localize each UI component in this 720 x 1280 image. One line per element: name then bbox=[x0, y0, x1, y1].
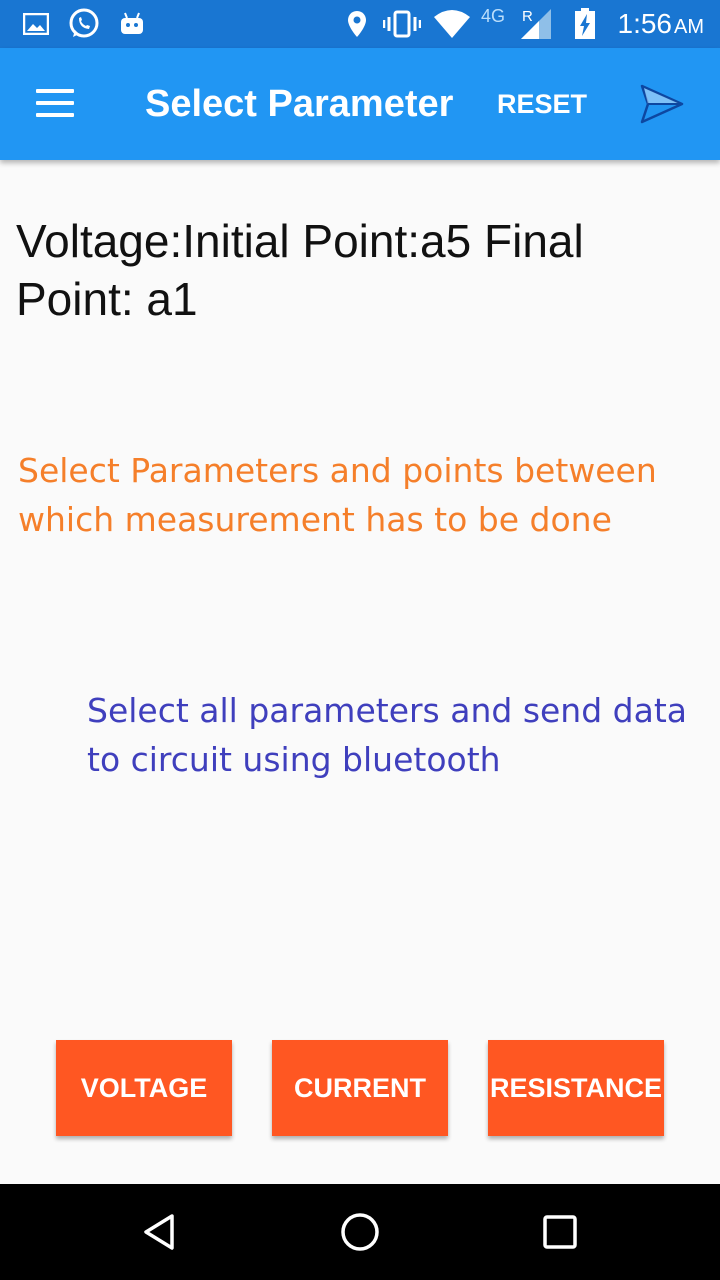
selection-summary: Voltage:Initial Point:a5 Final Point: a1 bbox=[16, 215, 584, 325]
app-bar: Select Parameter RESET bbox=[0, 48, 720, 160]
voltage-button[interactable]: VOLTAGE bbox=[56, 1040, 232, 1136]
resistance-button[interactable]: RESISTANCE bbox=[488, 1040, 664, 1136]
navigation-bar bbox=[0, 1184, 720, 1280]
android-icon bbox=[118, 0, 146, 48]
send-icon[interactable] bbox=[630, 76, 694, 132]
clock: 1:56 AM bbox=[618, 0, 705, 48]
image-icon bbox=[22, 0, 50, 48]
home-icon[interactable] bbox=[330, 1204, 390, 1260]
recents-icon[interactable] bbox=[530, 1204, 590, 1260]
bluetooth-instruction-text: Select all parameters and send data to c… bbox=[87, 691, 687, 779]
status-bar: 4G R 1:56 AM bbox=[0, 0, 720, 48]
whatsapp-icon bbox=[66, 0, 102, 48]
network-type-label: 4G bbox=[481, 6, 506, 26]
battery-icon bbox=[573, 0, 597, 48]
back-icon[interactable] bbox=[130, 1204, 190, 1260]
clock-ampm: AM bbox=[674, 16, 704, 38]
clock-time: 1:56 bbox=[617, 8, 673, 39]
vibrate-icon bbox=[382, 0, 422, 48]
hamburger-menu-icon[interactable] bbox=[30, 82, 82, 126]
current-button[interactable]: CURRENT bbox=[272, 1040, 448, 1136]
reset-button[interactable]: RESET bbox=[490, 74, 594, 134]
page-title: Select Parameter bbox=[145, 83, 454, 125]
signal-icon bbox=[518, 0, 554, 48]
location-icon bbox=[345, 0, 369, 48]
wifi-icon bbox=[432, 0, 472, 48]
instruction-text: Select Parameters and points between whi… bbox=[18, 451, 657, 539]
